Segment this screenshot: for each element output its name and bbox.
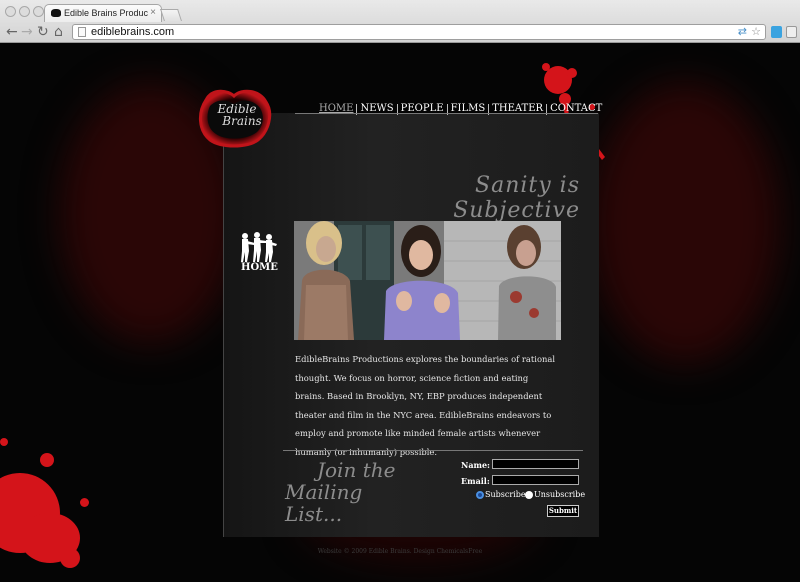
email-label: Email: xyxy=(461,476,490,486)
reload-icon[interactable]: ↻ xyxy=(37,24,49,40)
mailing-list-heading: Join the Mailing List... xyxy=(285,458,396,526)
close-window-button[interactable] xyxy=(5,6,16,17)
subscribe-radio[interactable] xyxy=(476,491,484,499)
site-favicon-icon xyxy=(51,9,61,17)
forward-arrow-icon[interactable]: → xyxy=(21,24,33,40)
site-description: EdibleBrains Productions explores the bo… xyxy=(295,354,556,457)
unsubscribe-label: Unsubscribe xyxy=(534,490,586,499)
tab-close-icon[interactable]: × xyxy=(150,7,156,18)
browser-toolbar: ← → ↻ ⌂ ediblebrains.com ⇄ ☆ xyxy=(0,22,800,42)
zoom-window-button[interactable] xyxy=(33,6,44,17)
zombie-actresses-photo xyxy=(294,221,561,340)
name-label: Name: xyxy=(461,460,491,470)
tab-title: Edible Brains Productions xyxy=(64,8,148,18)
bookmark-star-icon[interactable]: ☆ xyxy=(751,25,761,39)
email-input[interactable] xyxy=(492,475,579,485)
minimize-window-button[interactable] xyxy=(19,6,30,17)
page-icon xyxy=(78,27,86,37)
menu-wrench-icon[interactable] xyxy=(786,26,797,38)
section-divider xyxy=(283,450,583,451)
browser-chrome: Edible Brains Productions × ← → ↻ ⌂ edib… xyxy=(0,0,800,43)
home-icon[interactable]: ⌂ xyxy=(54,24,63,40)
unsubscribe-radio[interactable] xyxy=(525,491,533,499)
zombies-icon xyxy=(241,232,277,262)
extension-icon[interactable] xyxy=(771,26,782,38)
address-url[interactable]: ediblebrains.com xyxy=(91,25,174,40)
background-zombie-shape xyxy=(590,83,780,363)
logo-text: Edible Brains xyxy=(217,102,262,128)
web-page: Edible Brains HOME NEWS PEOPLE FILMS THE… xyxy=(0,43,800,582)
name-input[interactable] xyxy=(492,459,579,469)
translate-icon[interactable]: ⇄ xyxy=(738,25,747,39)
nav-underline xyxy=(295,113,598,114)
address-bar[interactable]: ediblebrains.com ⇄ ☆ xyxy=(72,24,766,40)
tab-strip: Edible Brains Productions × xyxy=(0,0,800,22)
browser-tab[interactable]: Edible Brains Productions × xyxy=(44,4,162,22)
new-tab-button[interactable] xyxy=(160,9,182,21)
submit-button[interactable]: Submit xyxy=(547,505,579,517)
section-label: HOME xyxy=(241,262,278,273)
subscribe-label: Subscribe xyxy=(485,490,526,499)
tagline: Sanity is Subjective xyxy=(453,173,580,223)
page-footer: Website © 2009 Edible Brains. Design Che… xyxy=(317,548,483,555)
back-arrow-icon[interactable]: ← xyxy=(6,24,18,40)
